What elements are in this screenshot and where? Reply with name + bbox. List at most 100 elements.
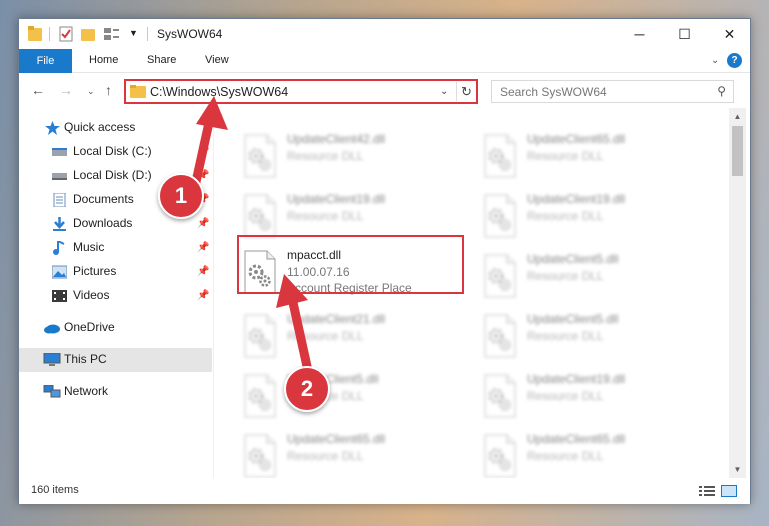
- download-icon: [53, 217, 66, 231]
- status-bar: 160 items: [19, 478, 750, 504]
- recent-locations-icon[interactable]: ⌄: [87, 86, 95, 97]
- tiles-view-icon[interactable]: [721, 485, 737, 497]
- close-button[interactable]: ✕: [707, 19, 752, 49]
- window-title: SysWOW64: [157, 27, 223, 41]
- music-icon: [53, 241, 65, 255]
- file-name: UpdateClient65.dll: [527, 432, 626, 446]
- file-item[interactable]: UpdateClient19.dll Resource DLL: [477, 188, 705, 246]
- help-icon[interactable]: ?: [727, 53, 742, 68]
- file-description: Resource DLL: [527, 389, 604, 403]
- sidebar-item-onedrive[interactable]: OneDrive: [19, 316, 212, 340]
- file-name: UpdateClient65.dll: [287, 432, 386, 446]
- network-icon: [43, 385, 61, 398]
- file-name: UpdateClient5.dll: [527, 252, 619, 266]
- sidebar-item-label: Local Disk (D:): [73, 168, 152, 182]
- pin-icon[interactable]: 📌: [197, 290, 209, 301]
- step-2-badge: 2: [284, 366, 330, 412]
- computer-icon: [43, 353, 61, 366]
- chevron-down-icon[interactable]: ⌄: [711, 55, 719, 66]
- dll-file-icon: [484, 314, 516, 358]
- forward-arrow-icon[interactable]: →: [59, 82, 73, 98]
- dll-file-icon: [484, 134, 516, 178]
- tab-home[interactable]: Home: [89, 54, 118, 66]
- sidebar-item-label: Music: [73, 240, 105, 254]
- file-description: Resource DLL: [527, 209, 604, 223]
- tab-file[interactable]: File: [19, 49, 72, 73]
- pin-icon[interactable]: 📌: [197, 218, 209, 229]
- dll-file-icon: [484, 194, 516, 238]
- sidebar-item-label: Quick access: [64, 120, 136, 134]
- file-description: Resource DLL: [527, 449, 604, 463]
- file-description: Resource DLL: [527, 269, 604, 283]
- file-item[interactable]: UpdateClient42.dll Resource DLL: [237, 128, 465, 186]
- maximize-button[interactable]: ☐: [662, 19, 707, 49]
- sidebar-item-label: Documents: [73, 192, 134, 206]
- file-item[interactable]: UpdateClient19.dll Resource DLL: [477, 368, 705, 426]
- drive-icon: [52, 173, 67, 180]
- item-count: 160 items: [31, 484, 79, 496]
- pin-icon[interactable]: 📌: [197, 266, 209, 277]
- sidebar-item-label: Videos: [73, 288, 110, 302]
- sidebar-item-this-pc[interactable]: This PC: [19, 348, 212, 372]
- step-1-badge: 1: [158, 173, 204, 219]
- file-description: Resource DLL: [287, 209, 364, 223]
- dll-file-icon: [484, 434, 516, 478]
- tab-view[interactable]: View: [205, 54, 229, 66]
- pin-icon[interactable]: 📌: [197, 242, 209, 253]
- file-description: Resource DLL: [527, 149, 604, 163]
- sidebar-item-label: Network: [64, 384, 109, 398]
- sidebar-item-label: Pictures: [73, 264, 117, 278]
- dll-file-icon: [484, 254, 516, 298]
- file-name: UpdateClient19.dll: [527, 192, 626, 206]
- documents-icon: [53, 193, 66, 207]
- view-options-icon[interactable]: [103, 26, 123, 42]
- search-placeholder: Search SysWOW64: [500, 85, 607, 99]
- new-folder-icon[interactable]: [81, 26, 95, 42]
- sidebar-item-label: This PC: [64, 352, 107, 366]
- navigation-bar: ← → ⌄ ↑ C:\Windows\SysWOW64 ⌄ ↻ Search S…: [19, 74, 750, 107]
- sidebar-item-pictures[interactable]: Pictures 📌: [19, 260, 212, 284]
- file-description: Resource DLL: [287, 149, 364, 163]
- scroll-up-icon[interactable]: ▲: [729, 108, 746, 125]
- file-description: Resource DLL: [287, 449, 364, 463]
- scroll-down-icon[interactable]: ▼: [729, 461, 746, 478]
- vertical-scrollbar[interactable]: ▲ ▼: [729, 108, 746, 478]
- sidebar-item-network[interactable]: Network: [19, 380, 212, 404]
- properties-icon[interactable]: [59, 26, 73, 42]
- back-arrow-icon[interactable]: ←: [31, 82, 45, 98]
- pictures-icon: [52, 265, 67, 279]
- details-view-icon[interactable]: [699, 485, 715, 497]
- file-name: UpdateClient19.dll: [287, 192, 386, 206]
- title-bar: ▼ SysWOW64 ─ ☐ ✕: [19, 19, 750, 49]
- drive-icon: [52, 148, 67, 156]
- ribbon-tabs: File Home Share View ⌄ ?: [19, 49, 750, 73]
- minimize-button[interactable]: ─: [617, 19, 662, 49]
- file-description: Resource DLL: [527, 329, 604, 343]
- file-item[interactable]: UpdateClient5.dll Resource DLL: [477, 248, 705, 306]
- folder-icon: [28, 26, 42, 41]
- chevron-down-icon[interactable]: ⌄: [440, 86, 448, 97]
- sidebar-item-label: Local Disk (C:): [73, 144, 152, 158]
- file-name: UpdateClient5.dll: [527, 312, 619, 326]
- file-item[interactable]: UpdateClient65.dll Resource DLL: [477, 128, 705, 186]
- file-item[interactable]: UpdateClient5.dll Resource DLL: [477, 308, 705, 366]
- file-name: UpdateClient42.dll: [287, 132, 386, 146]
- refresh-icon[interactable]: ↻: [456, 82, 476, 101]
- star-icon: [45, 121, 60, 135]
- sidebar-item-label: OneDrive: [64, 320, 115, 334]
- sidebar-item-music[interactable]: Music 📌: [19, 236, 212, 260]
- search-input[interactable]: Search SysWOW64 ⚲: [491, 80, 734, 103]
- cloud-icon: [44, 324, 60, 334]
- file-item[interactable]: UpdateClient65.dll Resource DLL: [237, 428, 465, 478]
- divider: [49, 27, 50, 41]
- folder-icon: [130, 85, 146, 98]
- customize-toolbar-icon[interactable]: ▼: [129, 28, 139, 44]
- search-icon[interactable]: ⚲: [717, 84, 726, 98]
- tab-share[interactable]: Share: [147, 54, 176, 66]
- videos-icon: [52, 290, 67, 302]
- file-item[interactable]: UpdateClient65.dll Resource DLL: [477, 428, 705, 478]
- divider: [147, 27, 148, 41]
- up-arrow-icon[interactable]: ↑: [105, 82, 112, 98]
- scrollbar-thumb[interactable]: [732, 126, 743, 176]
- sidebar-item-videos[interactable]: Videos 📌: [19, 284, 212, 308]
